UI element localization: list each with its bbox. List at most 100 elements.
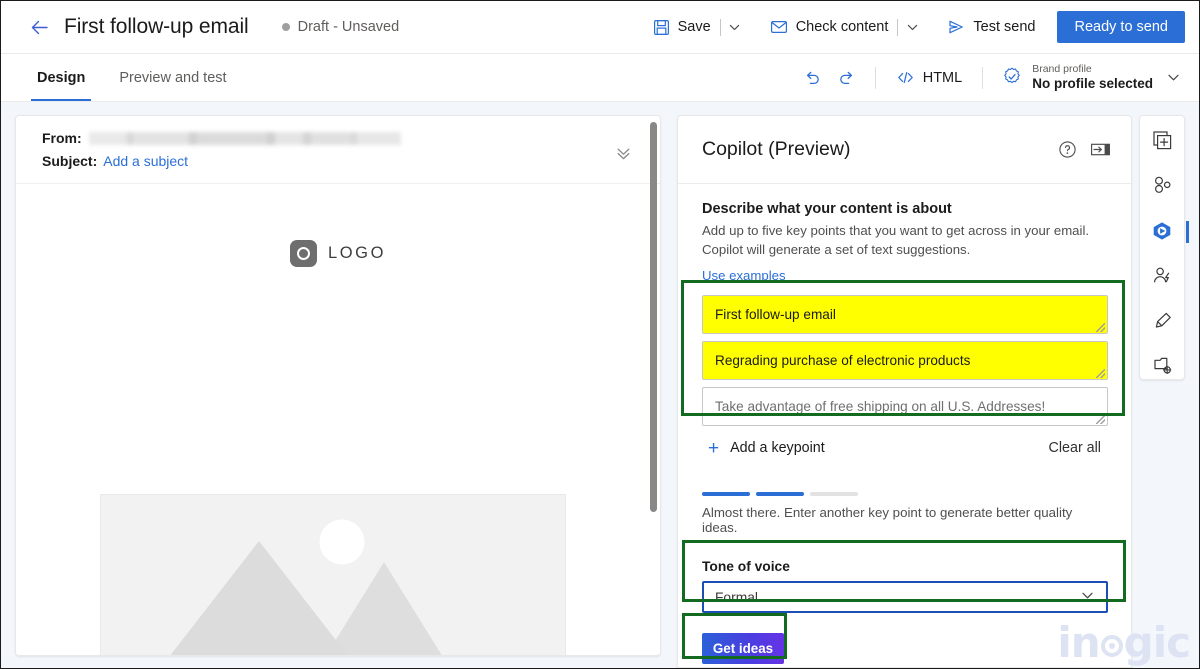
draft-status: Draft - Unsaved bbox=[281, 19, 400, 35]
from-label: From: bbox=[42, 130, 82, 146]
divider bbox=[719, 18, 721, 36]
app-window: First follow-up email Draft - Unsaved Sa… bbox=[0, 0, 1200, 669]
copilot-title: Copilot (Preview) bbox=[702, 138, 851, 160]
tone-of-voice-block: Tone of voice Formal bbox=[702, 559, 1108, 614]
from-row: From: bbox=[42, 130, 642, 146]
html-button[interactable]: HTML bbox=[888, 63, 970, 92]
copilot-icon bbox=[1153, 221, 1171, 240]
save-icon bbox=[653, 19, 669, 35]
tab-preview-and-test[interactable]: Preview and test bbox=[113, 54, 232, 101]
keypoint-input-1[interactable]: First follow-up email bbox=[702, 294, 1108, 334]
test-send-button[interactable]: Test send bbox=[939, 12, 1043, 42]
email-header: From: Subject: Add a subject bbox=[16, 116, 660, 184]
tab-design[interactable]: Design bbox=[31, 54, 92, 101]
resize-handle-icon[interactable] bbox=[1096, 368, 1105, 378]
undo-button[interactable] bbox=[797, 62, 829, 94]
watermark-ring-icon bbox=[1100, 635, 1123, 657]
add-subject-link[interactable]: Add a subject bbox=[103, 153, 188, 169]
chevron-down-icon bbox=[907, 24, 918, 30]
from-value-redacted bbox=[88, 131, 401, 145]
plus-icon: + bbox=[708, 437, 720, 459]
subject-row: Subject: Add a subject bbox=[42, 153, 642, 169]
chevron-down-icon bbox=[1168, 74, 1179, 81]
add-section-icon bbox=[1152, 131, 1171, 150]
keypoint-list: First follow-up email Regrading purchase… bbox=[702, 294, 1108, 426]
keypoint-value-2: Regrading purchase of electronic product… bbox=[715, 352, 971, 368]
rail-item-styles[interactable] bbox=[1147, 306, 1177, 334]
email-image-placeholder[interactable] bbox=[100, 494, 566, 655]
logo-mark-icon bbox=[289, 240, 317, 267]
ready-to-send-button[interactable]: Ready to send bbox=[1057, 11, 1185, 43]
email-body[interactable]: LOGO bbox=[16, 184, 660, 655]
get-ideas-row: Get ideas bbox=[702, 633, 1107, 665]
add-keypoint-label: Add a keypoint bbox=[730, 440, 825, 457]
tone-of-voice-label: Tone of voice bbox=[702, 559, 790, 575]
progress-segment-3 bbox=[810, 491, 858, 497]
progress-hint: Almost there. Enter another key point to… bbox=[702, 505, 1073, 536]
redo-button[interactable] bbox=[831, 62, 863, 94]
progress-segment-1 bbox=[702, 491, 750, 497]
content-settings-icon bbox=[1153, 357, 1171, 374]
inogic-watermark: in gic bbox=[1057, 618, 1191, 667]
collapse-panel-button[interactable] bbox=[1089, 139, 1111, 161]
resize-handle-icon[interactable] bbox=[1096, 414, 1105, 424]
arrow-left-icon bbox=[31, 20, 48, 34]
styles-brush-icon bbox=[1155, 312, 1171, 328]
rail-item-copilot[interactable] bbox=[1147, 217, 1189, 245]
brand-profile-selector[interactable]: Brand profile No profile selected bbox=[995, 60, 1187, 94]
rail-item-add-section[interactable] bbox=[1147, 127, 1177, 155]
tone-of-voice-select[interactable]: Formal bbox=[702, 581, 1108, 614]
divider bbox=[982, 66, 984, 89]
check-content-options-caret[interactable] bbox=[899, 12, 925, 42]
clear-all-button[interactable]: Clear all bbox=[1043, 436, 1107, 460]
page-title: First follow-up email bbox=[64, 15, 249, 38]
add-keypoint-button[interactable]: + Add a keypoint bbox=[702, 435, 831, 462]
progress-segment-2 bbox=[756, 491, 804, 497]
layout-elements-icon bbox=[1154, 176, 1171, 194]
mountain-image-icon bbox=[101, 495, 565, 655]
keypoint-actions: + Add a keypoint Clear all bbox=[702, 435, 1107, 462]
watermark-text-left: in bbox=[1057, 618, 1100, 667]
rail-item-layout-elements[interactable] bbox=[1147, 172, 1177, 200]
save-options-caret[interactable] bbox=[722, 12, 748, 42]
html-label: HTML bbox=[922, 69, 963, 86]
logo-text: LOGO bbox=[327, 244, 387, 262]
check-content-icon bbox=[770, 20, 787, 34]
use-examples-link[interactable]: Use examples bbox=[702, 268, 786, 283]
brand-badge-icon bbox=[1004, 68, 1020, 84]
personalization-icon bbox=[1153, 267, 1169, 283]
brand-profile-label: Brand profile bbox=[1032, 63, 1092, 76]
resize-handle-icon[interactable] bbox=[1096, 322, 1105, 332]
workspace: From: Subject: Add a subject LOGO Copilo… bbox=[1, 102, 1199, 668]
save-label: Save bbox=[677, 19, 711, 35]
back-button[interactable] bbox=[22, 10, 56, 44]
expand-header-button[interactable] bbox=[614, 144, 633, 168]
rail-item-personalization[interactable] bbox=[1147, 261, 1177, 289]
keypoint-progress bbox=[702, 491, 1107, 497]
watermark-text-right: gic bbox=[1123, 618, 1191, 667]
tab-bar: Design Preview and test HTML Brand profi… bbox=[1, 54, 1199, 102]
save-button[interactable]: Save bbox=[645, 13, 719, 42]
get-ideas-button[interactable]: Get ideas bbox=[702, 633, 784, 665]
top-command-bar: First follow-up email Draft - Unsaved Sa… bbox=[1, 1, 1199, 54]
undo-icon bbox=[807, 71, 820, 85]
email-canvas: From: Subject: Add a subject LOGO bbox=[15, 115, 661, 656]
email-logo-block[interactable]: LOGO bbox=[16, 240, 660, 267]
help-button[interactable] bbox=[1056, 139, 1078, 161]
check-content-button[interactable]: Check content bbox=[762, 12, 897, 42]
send-icon bbox=[949, 20, 964, 34]
status-badge: Draft - Unsaved bbox=[297, 19, 400, 35]
rail-item-content-settings[interactable] bbox=[1147, 351, 1177, 379]
copilot-header: Copilot (Preview) bbox=[678, 116, 1131, 184]
design-tools: HTML Brand profile No profile selected bbox=[797, 54, 1199, 101]
chevron-down-icon bbox=[1080, 588, 1095, 606]
keypoint-value-1: First follow-up email bbox=[715, 306, 836, 322]
keypoint-input-2[interactable]: Regrading purchase of electronic product… bbox=[702, 340, 1108, 380]
section-description: Add up to five key points that you want … bbox=[702, 223, 1090, 258]
check-content-label: Check content bbox=[795, 19, 889, 35]
email-scrollbar-thumb[interactable] bbox=[650, 122, 657, 512]
brand-profile-value: No profile selected bbox=[1032, 75, 1153, 91]
code-icon bbox=[897, 71, 913, 84]
question-circle-icon bbox=[1058, 141, 1076, 158]
keypoint-input-3[interactable]: Take advantage of free shipping on all U… bbox=[702, 386, 1108, 426]
